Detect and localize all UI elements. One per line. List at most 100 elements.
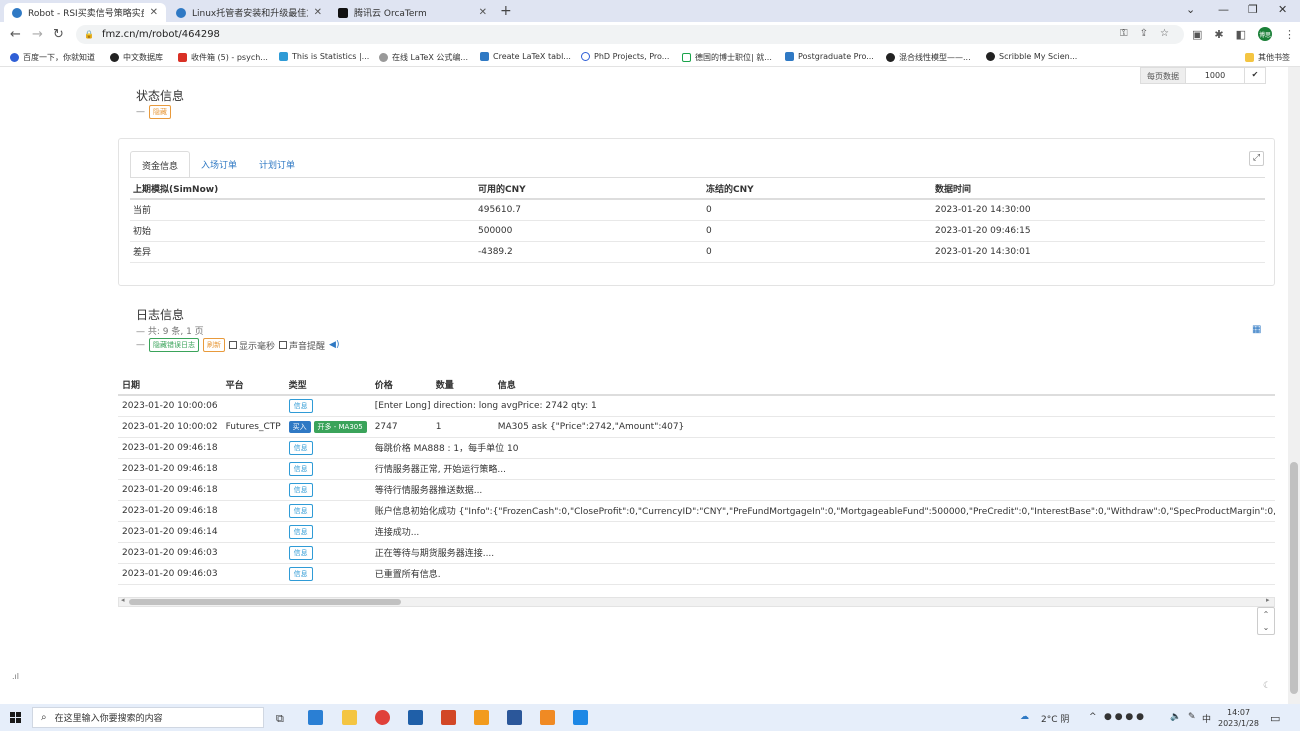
minimize-icon[interactable]: — — [1218, 3, 1229, 16]
show-ms-checkbox[interactable]: 显示毫秒 — [229, 339, 275, 352]
browser-tab-orcaterm[interactable]: 腾讯云 OrcaTerm ✕ — [330, 3, 495, 22]
folder-icon — [1245, 53, 1254, 62]
word-icon[interactable] — [507, 710, 522, 725]
app-n-icon[interactable] — [474, 710, 489, 725]
log-platform — [221, 458, 285, 480]
ime-indicator[interactable]: 中 — [1202, 712, 1211, 725]
close-icon[interactable]: ✕ — [150, 7, 158, 18]
baidu-icon — [10, 53, 19, 62]
vertical-scrollbar[interactable] — [1288, 67, 1300, 704]
frozen-cny: 0 — [703, 241, 932, 263]
window-close-icon[interactable]: ✕ — [1278, 3, 1287, 16]
bookmark-item[interactable]: PhD Projects, Pro... — [581, 52, 669, 61]
browser-tab-robot[interactable]: Robot - RSI买卖信号策略实盘测 ✕ — [4, 3, 166, 22]
app-icon[interactable] — [408, 710, 423, 725]
column-header: 上期模拟(SimNow) — [130, 178, 475, 200]
bookmark-item[interactable]: 收件箱 (5) - psych... — [178, 52, 268, 63]
available-cny: 495610.7 — [475, 199, 703, 221]
taskbar-search-input[interactable]: ⌕ 在这里输入你要搜索的内容 — [32, 707, 264, 728]
bookmark-item[interactable]: 混合线性模型——... — [886, 52, 971, 63]
bookmark-item[interactable]: 在线 LaTeX 公式编... — [379, 52, 468, 63]
chevron-up-icon[interactable]: ^ — [1089, 712, 1097, 722]
row-label-diff: 差异 — [130, 241, 475, 263]
fmz-favicon-icon — [176, 7, 186, 18]
weather-text[interactable]: 2°C 阴 — [1041, 712, 1069, 725]
log-table-container[interactable]: 日期 平台 类型 价格 数量 信息 2023-01-20 10:00:06 信息… — [118, 374, 1275, 590]
windows-start-icon[interactable] — [10, 712, 21, 723]
task-view-icon[interactable]: ⧉ — [276, 712, 284, 726]
expand-icon[interactable]: ⤢ — [1249, 151, 1264, 166]
bookmark-item[interactable]: 德国的博士职位| 就... — [682, 52, 772, 63]
log-price: 2747 — [370, 416, 432, 438]
close-icon[interactable]: ✕ — [479, 7, 487, 18]
forward-arrow-icon[interactable]: → — [32, 27, 43, 42]
clock[interactable]: 14:07 2023/1/28 — [1218, 707, 1259, 729]
tab-entry-orders[interactable]: 入场订单 — [190, 151, 248, 178]
column-header: 类型 — [284, 374, 371, 396]
app-arrow-icon[interactable] — [573, 710, 588, 725]
log-message: 每跳价格 MA888 : 1，每手单位 10 — [370, 437, 1275, 459]
chrome-icon[interactable] — [375, 710, 390, 725]
url-input[interactable]: 🔒 fmz.cn/m/robot/464298 — [76, 25, 1184, 44]
scrollbar-thumb[interactable] — [1290, 462, 1298, 694]
back-arrow-icon[interactable]: ← — [10, 27, 21, 42]
moon-icon[interactable]: ☾ — [1263, 681, 1271, 691]
tab-planned-orders[interactable]: 计划订单 — [248, 151, 306, 178]
browser-tab-linux[interactable]: Linux托管者安装和升级最佳方法 ✕ — [168, 3, 330, 22]
powerpoint-icon[interactable] — [441, 710, 456, 725]
scrollbar-thumb[interactable] — [129, 599, 401, 605]
per-page-input[interactable]: 1000 — [1185, 68, 1245, 83]
calendar-icon[interactable]: ▦ — [1252, 324, 1261, 335]
notification-icon[interactable]: ▭ — [1270, 712, 1280, 725]
kebab-menu-icon[interactable]: ⋮ — [1284, 28, 1295, 41]
refresh-button[interactable]: 刷新 — [203, 338, 225, 352]
hide-status-button[interactable]: 隐藏 — [149, 105, 171, 119]
speaker-icon[interactable]: 🔈 — [1170, 712, 1181, 722]
puzzle-icon[interactable]: ✱ — [1214, 28, 1223, 41]
new-tab-icon[interactable]: + — [500, 3, 512, 19]
dash-text: — — [136, 340, 145, 350]
tray-apps-icon[interactable]: ● ● ● ● — [1104, 712, 1144, 722]
bookmark-item[interactable]: Postgraduate Pro... — [785, 52, 874, 61]
scroll-left-icon[interactable]: ◂ — [121, 596, 125, 604]
profile-avatar[interactable]: 博思 — [1258, 27, 1273, 41]
scroll-right-icon[interactable]: ▸ — [1266, 596, 1270, 604]
bookmark-item-other[interactable]: 其他书签 — [1245, 52, 1290, 63]
extension-screenshot-icon[interactable]: ▣ — [1192, 28, 1202, 41]
ink-icon[interactable]: ✎ — [1188, 712, 1196, 722]
cloud-icon: ☁ — [1020, 712, 1029, 722]
key-icon[interactable]: ⚿ — [1120, 28, 1128, 39]
dash-text: — — [136, 107, 145, 117]
bookmark-item[interactable]: 百度一下，你就知道 — [10, 52, 95, 63]
row-label-current[interactable]: 当前 — [130, 199, 475, 221]
bookmark-item[interactable]: Scribble My Scien... — [986, 52, 1077, 61]
hide-error-log-button[interactable]: 隐藏错误日志 — [149, 338, 199, 352]
search-icon: ⌕ — [41, 712, 47, 723]
chevron-up-icon[interactable]: ⌃ — [1263, 610, 1270, 619]
close-icon[interactable]: ✕ — [314, 7, 322, 18]
share-icon[interactable]: ⇪ — [1140, 28, 1148, 39]
globe-icon — [986, 52, 995, 61]
file-explorer-icon[interactable] — [342, 710, 357, 725]
side-panel-icon[interactable]: ◧ — [1236, 28, 1246, 41]
reload-icon[interactable]: ↻ — [53, 27, 64, 42]
bookmark-item[interactable]: Create LaTeX tabl... — [480, 52, 571, 61]
star-icon[interactable]: ☆ — [1160, 28, 1169, 39]
chevron-down-icon[interactable]: ⌄ — [1263, 623, 1270, 632]
app-g-icon[interactable] — [540, 710, 555, 725]
column-header: 平台 — [221, 374, 285, 396]
available-cny: 500000 — [475, 220, 703, 242]
restore-icon[interactable]: ❐ — [1248, 3, 1258, 16]
speaker-icon[interactable]: ◀) — [329, 340, 339, 350]
sound-alert-checkbox[interactable]: 声音提醒 — [279, 339, 325, 352]
check-icon[interactable]: ✔ — [1245, 68, 1265, 83]
vscode-icon[interactable] — [308, 710, 323, 725]
bookmark-item[interactable]: This is Statistics |... — [279, 52, 369, 61]
tab-search-icon[interactable]: ⌄ — [1186, 3, 1195, 16]
table-row: 2023-01-20 09:46:14 信息 连接成功... — [118, 521, 1275, 543]
bookmark-item[interactable]: 中文数据库 — [110, 52, 163, 63]
table-row: 2023-01-20 09:46:18 信息 账户信息初始化成功 {"Info"… — [118, 500, 1275, 522]
horizontal-scrollbar[interactable]: ◂ ▸ — [118, 596, 1275, 607]
tab-fund-info[interactable]: 资金信息 — [130, 151, 191, 178]
table-row: 2023-01-20 10:00:06 信息 [Enter Long] dire… — [118, 395, 1275, 417]
